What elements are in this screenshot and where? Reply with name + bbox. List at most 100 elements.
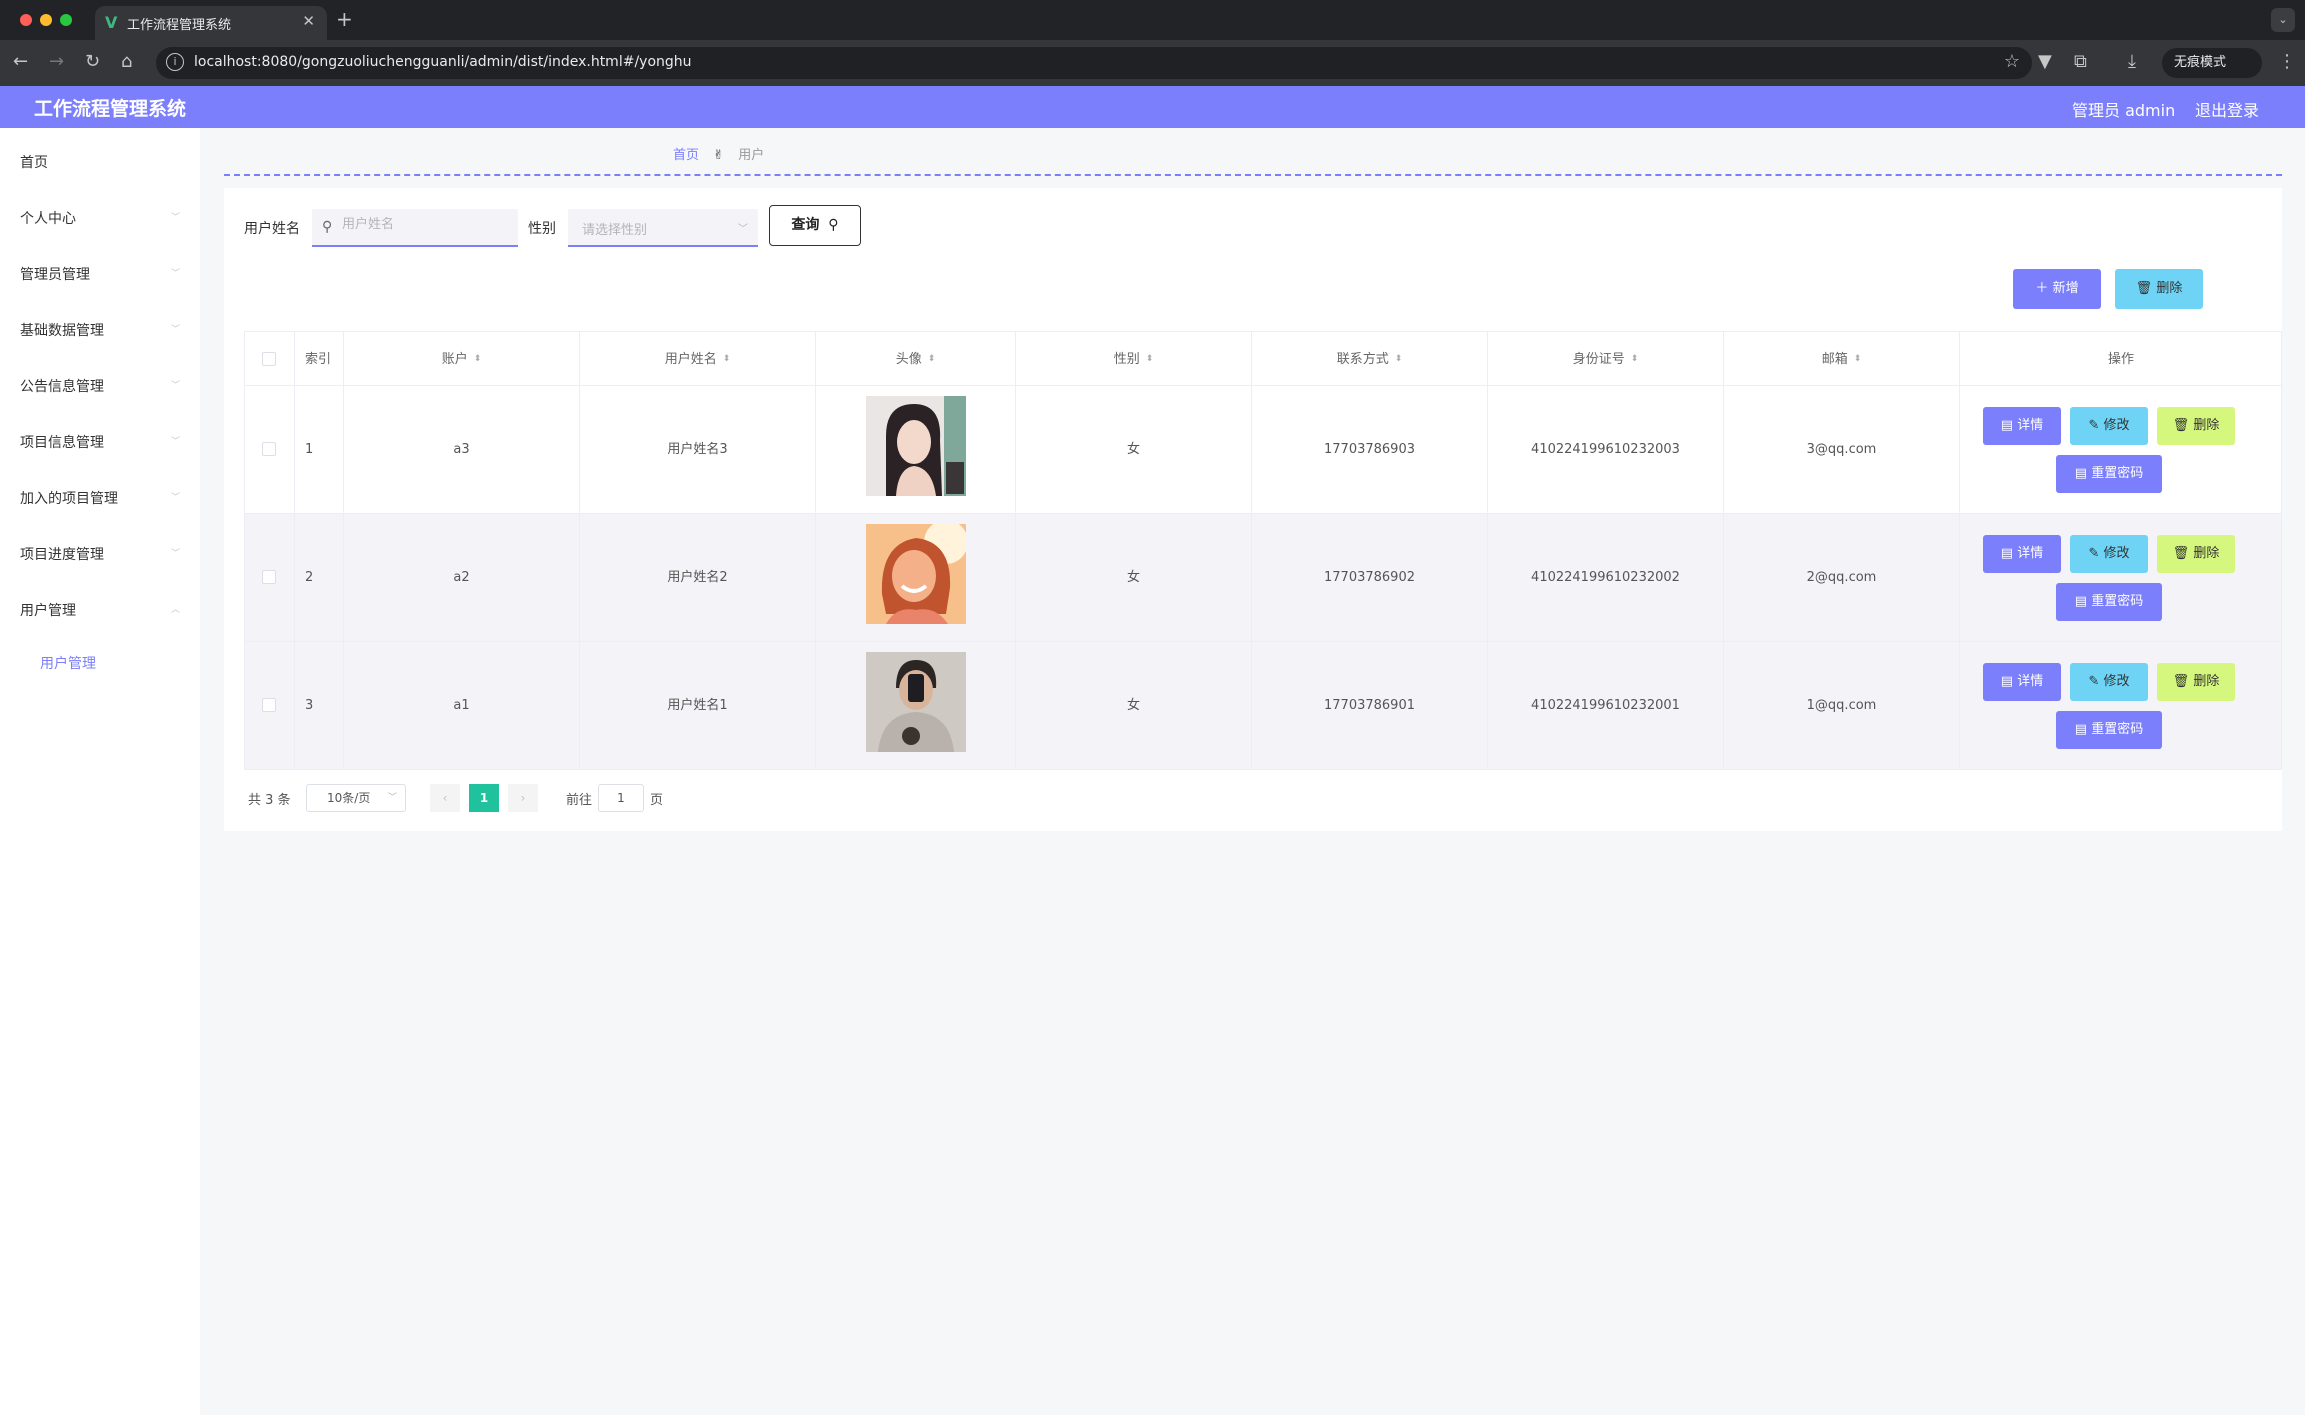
sort-icon[interactable]: ⬍ (723, 355, 731, 364)
detail-button[interactable]: ▤ 详情 (1983, 663, 2061, 701)
reset-password-button[interactable]: ▤ 重置密码 (2056, 455, 2162, 493)
column-header-id-card[interactable]: 身份证号 ⬍ (1488, 332, 1724, 387)
column-header-gender[interactable]: 性别 ⬍ (1016, 332, 1252, 387)
delete-button[interactable]: 🗑 删除 (2157, 663, 2235, 701)
edit-button[interactable]: ✎ 修改 (2070, 663, 2148, 701)
reset-password-button[interactable]: ▤ 重置密码 (2056, 711, 2162, 749)
avatar[interactable] (866, 652, 966, 752)
sidebar-item-basic-data[interactable]: 基础数据管理 ﹀ (0, 310, 200, 350)
goto-page-input[interactable]: 1 (598, 784, 644, 812)
edit-button[interactable]: ✎ 修改 (2070, 407, 2148, 445)
sort-icon[interactable]: ⬍ (1631, 355, 1639, 364)
column-header-phone[interactable]: 联系方式 ⬍ (1252, 332, 1488, 387)
query-button[interactable]: 查询 ⚲ (769, 205, 861, 246)
bookmark-star-icon[interactable]: ☆ (2004, 51, 2020, 72)
chevron-down-icon: ﹀ (170, 493, 180, 503)
sort-icon[interactable]: ⬍ (1146, 355, 1154, 364)
name-filter-field[interactable]: ⚲ (312, 209, 518, 247)
column-header-index: 索引 (295, 332, 344, 387)
page-size-select[interactable]: 10条/页 ﹀ (306, 784, 406, 812)
maximize-window-button[interactable] (60, 14, 72, 26)
pencil-icon: ✎ (2088, 418, 2104, 433)
chevron-down-icon: ﹀ (170, 381, 180, 391)
select-all-cell (245, 332, 295, 387)
gender-select[interactable]: 请选择性别 ﹀ (568, 209, 758, 247)
incognito-badge[interactable]: 无痕模式 (2162, 48, 2262, 78)
delete-button[interactable]: 🗑 删除 (2157, 407, 2235, 445)
batch-delete-button[interactable]: 🗑 删除 (2115, 269, 2203, 309)
delete-button[interactable]: 🗑 删除 (2157, 535, 2235, 573)
cell-account: a3 (344, 386, 580, 513)
close-window-button[interactable] (20, 14, 32, 26)
column-header-avatar[interactable]: 头像 ⬍ (816, 332, 1016, 387)
column-header-email[interactable]: 邮箱 ⬍ (1724, 332, 1960, 387)
next-page-button[interactable]: › (508, 784, 538, 812)
sort-icon[interactable]: ⬍ (474, 355, 482, 364)
address-bar[interactable]: i localhost:8080/gongzuoliuchengguanli/a… (156, 47, 2032, 79)
sidebar-item-users[interactable]: 用户管理 ︿ (0, 590, 200, 630)
add-button-label: 新增 (2052, 281, 2079, 296)
sidebar-item-joined-project[interactable]: 加入的项目管理 ﹀ (0, 478, 200, 518)
cell-index: 2 (295, 514, 344, 641)
logout-link[interactable]: 退出登录 (2195, 97, 2259, 121)
avatar[interactable] (866, 396, 966, 496)
select-all-checkbox[interactable] (262, 352, 276, 366)
add-button[interactable]: ＋ 新增 (2013, 269, 2101, 309)
sidebar-item-profile[interactable]: 个人中心 ﹀ (0, 198, 200, 238)
row-checkbox[interactable] (262, 442, 276, 456)
cell-avatar (816, 386, 1016, 513)
sidebar-item-project-info[interactable]: 项目信息管理 ﹀ (0, 422, 200, 462)
row-select-cell (245, 514, 295, 641)
name-filter-input[interactable] (342, 217, 512, 232)
cell-email: 1@qq.com (1724, 642, 1960, 769)
app-title: 工作流程管理系统 (34, 98, 187, 120)
download-icon[interactable]: ⤓ (2128, 51, 2136, 72)
gender-filter-label: 性别 (528, 221, 556, 237)
breadcrumb-divider (224, 174, 2282, 176)
sidebar-item-progress[interactable]: 项目进度管理 ﹀ (0, 534, 200, 574)
breadcrumb-home[interactable]: 首页 (673, 148, 699, 163)
cell-actions: ▤ 详情 ✎ 修改 🗑 删除 ▤ 重置密码 (1960, 386, 2282, 513)
site-info-icon[interactable]: i (166, 53, 184, 71)
cell-avatar (816, 642, 1016, 769)
detail-button[interactable]: ▤ 详情 (1983, 407, 2061, 445)
browser-menu-icon[interactable]: ⋮ (2278, 51, 2296, 72)
minimize-window-button[interactable] (40, 14, 52, 26)
page-number-current[interactable]: 1 (469, 784, 499, 812)
prev-page-button[interactable]: ‹ (430, 784, 460, 812)
reset-password-button[interactable]: ▤ 重置密码 (2056, 583, 2162, 621)
sort-icon[interactable]: ⬍ (1395, 355, 1403, 364)
avatar[interactable] (866, 524, 966, 624)
pencil-icon: ✎ (2088, 674, 2104, 689)
forward-icon[interactable]: → (49, 51, 64, 72)
back-icon[interactable]: ← (13, 51, 28, 72)
sidebar-item-notice[interactable]: 公告信息管理 ﹀ (0, 366, 200, 406)
detail-button[interactable]: ▤ 详情 (1983, 535, 2061, 573)
home-icon[interactable]: ⌂ (121, 51, 132, 72)
row-select-cell (245, 386, 295, 513)
document-icon: ▤ (2000, 418, 2018, 433)
edit-button[interactable]: ✎ 修改 (2070, 535, 2148, 573)
sort-icon[interactable]: ⬍ (1854, 355, 1862, 364)
sidebar-item-label: 基础数据管理 (20, 323, 104, 339)
trash-icon: 🗑 (2172, 418, 2194, 433)
column-header-name[interactable]: 用户姓名 ⬍ (580, 332, 816, 387)
new-tab-icon[interactable]: + (336, 7, 353, 31)
row-checkbox[interactable] (262, 698, 276, 712)
vue-devtools-icon[interactable]: ▼ (2038, 51, 2052, 72)
gender-select-placeholder: 请选择性别 (582, 223, 648, 238)
sidebar-subitem-users[interactable]: 用户管理 (0, 643, 200, 683)
row-checkbox[interactable] (262, 570, 276, 584)
sidebar-item-home[interactable]: 首页 (0, 142, 200, 182)
column-header-account[interactable]: 账户 ⬍ (344, 332, 580, 387)
cell-phone: 17703786902 (1252, 514, 1488, 641)
browser-tab[interactable]: V 工作流程管理系统 ✕ (95, 6, 327, 40)
sidebar-item-admin[interactable]: 管理员管理 ﹀ (0, 254, 200, 294)
tab-close-icon[interactable]: ✕ (302, 12, 315, 30)
cell-avatar (816, 514, 1016, 641)
tab-search-icon[interactable]: ⌄ (2271, 8, 2295, 32)
sort-icon[interactable]: ⬍ (928, 355, 936, 364)
reload-icon[interactable]: ↻ (85, 51, 100, 72)
cell-actions: ▤ 详情 ✎ 修改 🗑 删除 ▤ 重置密码 (1960, 514, 2282, 641)
extensions-icon[interactable]: ⧉ (2074, 51, 2087, 72)
